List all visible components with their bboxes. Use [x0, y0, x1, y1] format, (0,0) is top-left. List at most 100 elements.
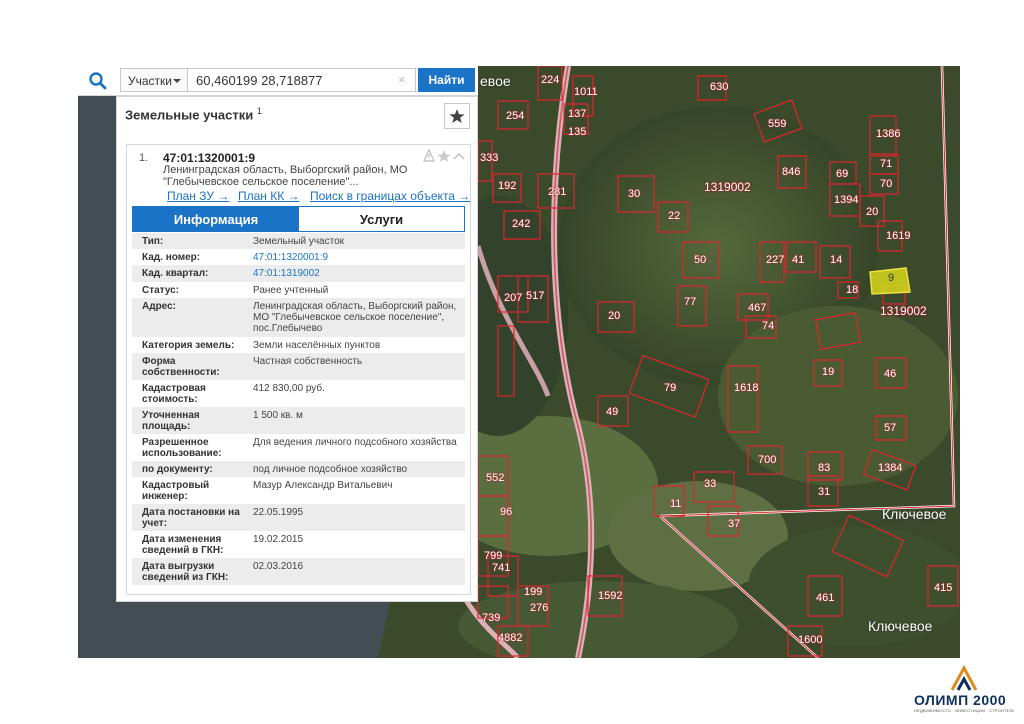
cadastral-quarter-link[interactable]: 47:01:1319002 [253, 268, 458, 279]
attribute-value: Частная собственность [253, 356, 363, 367]
plot-label[interactable]: 4882 [498, 632, 522, 644]
plot-label[interactable]: 1618 [734, 382, 758, 394]
plot-label[interactable]: 254 [506, 110, 524, 122]
plot-label[interactable]: 559 [768, 118, 786, 130]
table-row: Кадастровый инженер: Мазур Александр Вит… [132, 477, 465, 504]
table-row: Категория земель: Земли населённых пункт… [132, 337, 465, 353]
search-input[interactable] [188, 68, 416, 92]
cadastral-number[interactable]: 47:01:1320001:9 [163, 151, 255, 165]
plot-label[interactable]: 1592 [598, 590, 622, 602]
attribute-value: Земли населённых пунктов [253, 340, 381, 351]
warning-icon[interactable] [423, 149, 435, 162]
quarter-label: 1319002 [880, 304, 927, 318]
clear-icon[interactable]: × [398, 72, 406, 87]
plot-label[interactable]: 630 [710, 81, 728, 93]
plot-label[interactable]: 33 [704, 478, 716, 490]
plot-label[interactable]: 71 [880, 158, 892, 170]
table-row: по документу: под личное подсобное хозяй… [132, 461, 465, 477]
cadastral-number-link[interactable]: 47:01:1320001:9 [253, 252, 458, 263]
plot-label[interactable]: 50 [694, 254, 706, 266]
plot-label[interactable]: 69 [836, 168, 848, 180]
plot-label[interactable]: 415 [934, 582, 952, 594]
plot-label[interactable]: 552 [486, 472, 504, 484]
plot-label[interactable]: 1600 [798, 634, 822, 646]
plot-label[interactable]: 739 [482, 612, 500, 624]
plot-label[interactable]: 41 [792, 254, 804, 266]
plot-label[interactable]: 11 [670, 498, 681, 510]
plot-label[interactable]: 18 [846, 284, 858, 296]
plot-label[interactable]: 192 [498, 180, 516, 192]
tab-services[interactable]: Услуги [299, 207, 464, 231]
search-type-dropdown[interactable]: Участки [120, 68, 188, 92]
plot-label[interactable]: 461 [816, 592, 834, 604]
plot-label[interactable]: 242 [512, 218, 530, 230]
plot-label[interactable]: 207 [504, 292, 522, 304]
info-tabs: Информация Услуги [132, 206, 465, 232]
plot-label[interactable]: 281 [548, 186, 566, 198]
plot-label[interactable]: 137 [568, 108, 586, 120]
plot-label[interactable]: 20 [608, 310, 620, 322]
plot-label[interactable]: 31 [818, 486, 830, 498]
attribute-key: Дата выгрузки сведений из ГКН: [142, 561, 229, 583]
result-card[interactable]: 1. 47:01:1320001:9 Ленинградская область… [126, 144, 471, 595]
plot-label[interactable]: 741 [492, 562, 510, 574]
plot-label[interactable]: 37 [728, 518, 740, 530]
plot-label[interactable]: 74 [762, 320, 774, 332]
plot-label[interactable]: 49 [606, 406, 618, 418]
plot-label[interactable]: 846 [782, 166, 800, 178]
plot-label[interactable]: 70 [880, 178, 892, 190]
plot-label[interactable]: 46 [884, 368, 896, 380]
table-row: Форма собственности: Частная собственнос… [132, 353, 465, 380]
plot-label[interactable]: 227 [766, 254, 784, 266]
find-button[interactable]: Найти [418, 68, 475, 92]
plot-label[interactable]: 517 [526, 290, 544, 302]
attribute-key: Категория земель: [142, 340, 235, 351]
plot-label[interactable]: 57 [884, 422, 896, 434]
plot-label[interactable]: 30 [628, 188, 640, 200]
plan-kk-link[interactable]: План КК → [238, 189, 300, 203]
plot-label[interactable]: 1386 [876, 128, 900, 140]
attribute-key: по документу: [142, 464, 213, 475]
plot-label[interactable]: 19 [822, 366, 834, 378]
table-row: Кад. квартал: 47:01:1319002 [132, 265, 465, 282]
plot-label[interactable]: 135 [568, 126, 586, 138]
card-actions [423, 149, 465, 162]
selected-plot-label[interactable]: 9 [888, 272, 894, 284]
result-index: 1. [139, 152, 149, 164]
plot-label[interactable]: 1394 [834, 194, 858, 206]
search-icon[interactable] [88, 71, 108, 91]
attribute-key: Дата изменения сведений в ГКН: [142, 534, 224, 556]
plot-label[interactable]: 700 [758, 454, 776, 466]
plot-label[interactable]: 96 [500, 506, 512, 518]
panel-title-text: Земельные участки [125, 107, 254, 123]
attribute-key: Кадастровый инженер: [142, 480, 210, 502]
results-panel: Земельные участки 1 1. 47:01:1320001:9 Л… [116, 96, 478, 602]
company-logo: ОЛИМП 2000 НЕДВИЖИМОСТЬ · ИНВЕСТИЦИИ · С… [914, 664, 1014, 716]
plot-label[interactable]: 199 [524, 586, 542, 598]
attribute-value: 19.02.2015 [253, 534, 304, 545]
star-outline-icon[interactable] [437, 150, 451, 162]
plot-label[interactable]: 799 [484, 550, 502, 562]
plot-label[interactable]: 1619 [886, 230, 910, 242]
search-in-bounds-link[interactable]: Поиск в границах объекта → [310, 189, 470, 203]
plot-label[interactable]: 467 [748, 302, 766, 314]
plot-label[interactable]: 333 [480, 152, 498, 164]
plot-label[interactable]: 276 [530, 602, 548, 614]
plot-label[interactable]: 224 [541, 74, 559, 86]
plot-label[interactable]: 22 [668, 210, 680, 222]
plot-label[interactable]: 14 [830, 254, 842, 266]
chevron-up-icon[interactable] [453, 153, 465, 160]
tab-information[interactable]: Информация [133, 207, 299, 231]
plot-label[interactable]: 77 [684, 296, 696, 308]
favorite-button[interactable] [444, 103, 470, 129]
plot-label[interactable]: 1011 [574, 86, 598, 98]
village-label: Ключевое [868, 618, 933, 634]
plan-zu-link[interactable]: План ЗУ → [167, 189, 229, 203]
plot-label[interactable]: 83 [818, 462, 830, 474]
plot-label[interactable]: 1384 [878, 462, 902, 474]
table-row: Уточненная площадь: 1 500 кв. м [132, 407, 465, 434]
plot-label[interactable]: 20 [866, 206, 878, 218]
table-row: Дата изменения сведений в ГКН: 19.02.201… [132, 531, 465, 558]
attribute-key: Статус: [142, 285, 180, 296]
plot-label[interactable]: 79 [664, 382, 676, 394]
